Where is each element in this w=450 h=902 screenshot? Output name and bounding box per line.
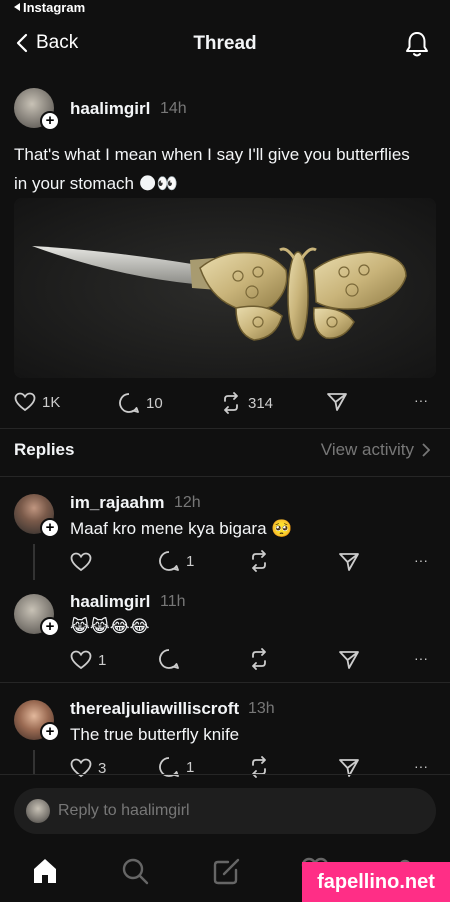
back-app-arrow-icon bbox=[14, 3, 20, 11]
like-button[interactable]: 1K bbox=[14, 392, 60, 412]
chevron-right-icon bbox=[422, 443, 430, 457]
back-app-label[interactable]: Instagram bbox=[23, 0, 85, 15]
reply-time: 12h bbox=[174, 494, 201, 511]
post-emojis: 🌑👀 bbox=[138, 174, 178, 194]
watermark: fapellino.net bbox=[302, 862, 450, 902]
follow-plus-icon[interactable]: + bbox=[40, 617, 60, 637]
page-title: Thread bbox=[193, 33, 257, 54]
reply-input[interactable]: Reply to haalimgirl bbox=[14, 788, 436, 834]
heart-icon[interactable] bbox=[70, 552, 92, 572]
like-count: 1K bbox=[42, 393, 61, 411]
divider bbox=[0, 682, 450, 683]
divider bbox=[0, 476, 450, 477]
follow-plus-icon[interactable]: + bbox=[40, 518, 60, 538]
reply-placeholder: Reply to haalimgirl bbox=[58, 802, 190, 819]
comment-count: 1 bbox=[186, 552, 195, 570]
reply-time: 13h bbox=[248, 700, 275, 717]
more-options-button[interactable]: ··· bbox=[414, 758, 428, 774]
status-bar: Instagram bbox=[14, 0, 85, 15]
send-icon[interactable] bbox=[338, 650, 360, 670]
more-options-button[interactable]: ··· bbox=[414, 552, 428, 568]
header: Back Thread bbox=[0, 28, 450, 60]
send-icon[interactable] bbox=[338, 758, 360, 778]
reply-text: The true butterfly knife bbox=[70, 725, 240, 744]
reply-username[interactable]: haalimgirl bbox=[70, 592, 150, 612]
more-options-button[interactable]: ··· bbox=[414, 650, 428, 666]
more-icon: ··· bbox=[414, 758, 428, 774]
like-button[interactable]: 1 bbox=[70, 650, 106, 670]
reply-username[interactable]: therealjuliawilliscroft bbox=[70, 699, 239, 719]
thread-line bbox=[33, 544, 35, 580]
post-text: That's what I mean when I say I'll give … bbox=[14, 140, 444, 199]
follow-plus-icon[interactable]: + bbox=[40, 111, 60, 131]
post-time: 14h bbox=[160, 100, 187, 117]
reply-text: Maaf kro mene kya bigara 🥺 bbox=[70, 514, 292, 544]
reply-username[interactable]: im_rajaahm bbox=[70, 493, 165, 513]
avatar bbox=[26, 799, 50, 823]
more-options-button[interactable]: ··· bbox=[414, 392, 428, 408]
bell-icon[interactable] bbox=[404, 30, 430, 58]
comment-icon[interactable] bbox=[158, 648, 180, 670]
post-text-line1: That's what I mean when I say I'll give … bbox=[14, 145, 410, 164]
comment-count: 1 bbox=[186, 758, 195, 776]
more-icon: ··· bbox=[414, 650, 428, 666]
like-count: 1 bbox=[98, 651, 107, 669]
share-button[interactable] bbox=[326, 392, 348, 412]
comment-icon bbox=[119, 393, 139, 413]
thread-line bbox=[33, 750, 35, 774]
butterfly-knife-image bbox=[14, 198, 436, 378]
search-icon[interactable] bbox=[120, 856, 150, 886]
post-image[interactable] bbox=[14, 198, 436, 378]
compose-icon[interactable] bbox=[212, 856, 242, 886]
reply-time: 11h bbox=[160, 593, 186, 610]
heart-icon bbox=[70, 758, 92, 778]
reply-emoji: 🥺 bbox=[271, 519, 293, 539]
comment-button[interactable]: 1 bbox=[158, 550, 194, 572]
divider bbox=[0, 774, 450, 775]
repost-icon bbox=[224, 392, 238, 414]
more-icon: ··· bbox=[414, 392, 428, 408]
heart-icon bbox=[14, 392, 36, 412]
comment-count: 10 bbox=[146, 394, 163, 412]
post-text-line2: in your stomach bbox=[14, 174, 134, 193]
post-username[interactable]: haalimgirl bbox=[70, 99, 150, 119]
home-icon[interactable] bbox=[30, 856, 60, 886]
follow-plus-icon[interactable]: + bbox=[40, 722, 60, 742]
repost-button[interactable]: 314 bbox=[220, 392, 273, 414]
repost-icon[interactable] bbox=[248, 550, 270, 572]
send-icon bbox=[327, 393, 347, 411]
comment-icon bbox=[159, 551, 179, 571]
repost-icon[interactable] bbox=[248, 648, 270, 670]
divider bbox=[0, 428, 450, 429]
send-icon[interactable] bbox=[338, 552, 360, 572]
replies-heading: Replies bbox=[14, 440, 75, 459]
comment-button[interactable]: 10 bbox=[118, 392, 163, 414]
heart-icon bbox=[70, 650, 92, 670]
like-button[interactable]: 3 bbox=[70, 758, 106, 778]
more-icon: ··· bbox=[414, 552, 428, 568]
reply-text-body: Maaf kro mene kya bigara bbox=[70, 519, 267, 538]
reply-emoji: 😹😹😂😂 bbox=[70, 617, 150, 637]
repost-count: 314 bbox=[248, 394, 274, 412]
view-activity-label: View activity bbox=[320, 440, 414, 459]
view-activity-link[interactable]: View activity bbox=[321, 440, 430, 460]
